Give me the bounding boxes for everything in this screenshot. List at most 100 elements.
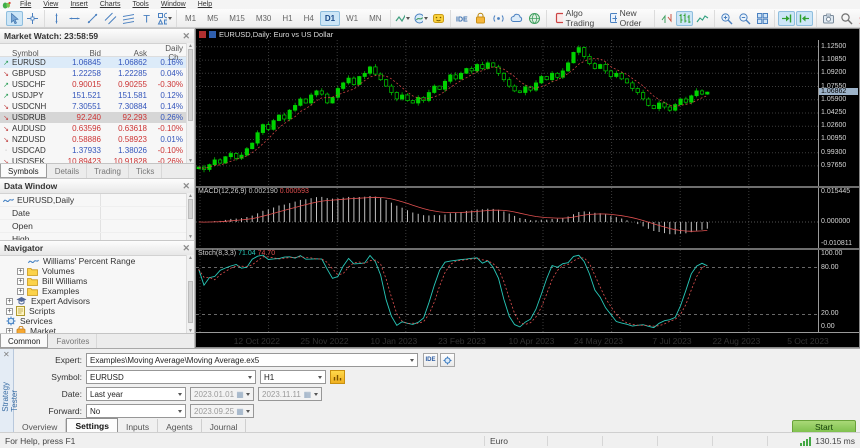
auto-scroll-icon[interactable] (778, 11, 795, 26)
shapes-icon[interactable] (156, 11, 173, 26)
ide-icon[interactable]: IDE (454, 11, 471, 26)
menu-window[interactable]: Window (155, 1, 192, 8)
close-icon[interactable]: ✕ (182, 244, 190, 253)
data-window-scrollbar[interactable]: ▲▼ (186, 193, 194, 240)
time-axis[interactable]: 12 Oct 202225 Nov 202210 Jan 202323 Feb … (196, 332, 859, 347)
date-from-field[interactable]: 2023.01.01▦ (190, 387, 254, 401)
col-ask[interactable]: Ask (104, 49, 150, 58)
tab-favorites[interactable]: Favorites (49, 334, 97, 348)
market-watch-row[interactable]: ↘USDCNH7.305517.308840.14% (0, 101, 186, 112)
channel-icon[interactable] (102, 11, 119, 26)
market-watch-row[interactable]: ↗EURUSD1.068451.068620.16% (0, 57, 186, 68)
market-watch-row[interactable]: ↘NZDUSD0.588860.589230.01% (0, 134, 186, 145)
menu-insert[interactable]: Insert (64, 1, 94, 8)
connection-status[interactable]: 130.15 ms (768, 433, 860, 448)
close-icon[interactable]: ✕ (182, 182, 190, 191)
timeframe-h4-button[interactable]: H4 (299, 11, 319, 26)
chart-shift-icon[interactable] (796, 11, 813, 26)
tab-common[interactable]: Common (0, 334, 48, 348)
stochastic-pane[interactable]: Stoch(8,3,3) 71.04 74.70 100.0080.0020.0… (196, 250, 859, 332)
search-icon[interactable] (838, 11, 855, 26)
timeframe-h1-button[interactable]: H1 (277, 11, 297, 26)
close-icon[interactable]: ✕ (182, 32, 190, 41)
timeframe-m30-button[interactable]: M30 (251, 11, 277, 26)
expand-icon[interactable]: + (6, 308, 13, 315)
timeframe-m1-button[interactable]: M1 (180, 11, 201, 26)
tile-windows-icon[interactable] (754, 11, 771, 26)
period-select[interactable]: H1 (260, 370, 326, 384)
close-icon[interactable]: ✕ (3, 350, 10, 359)
bar-chart-icon[interactable] (676, 11, 693, 26)
ide-button[interactable]: IDE (423, 353, 438, 367)
date-preset-select[interactable]: Last year (86, 387, 186, 401)
navigator-item-bill-williams[interactable]: +Bill Williams (0, 276, 194, 286)
market-watch-row[interactable]: ↘USDRUB92.24092.2930.26% (0, 112, 186, 123)
menu-view[interactable]: View (37, 1, 64, 8)
equidistant-channel-icon[interactable] (120, 11, 137, 26)
expand-icon[interactable]: + (17, 288, 24, 295)
navigator-scrollbar[interactable]: ▲▼ (186, 255, 194, 334)
macd-axis[interactable]: 0.0154450.000000-0.010811 (818, 188, 859, 248)
tab-trading[interactable]: Trading (87, 164, 129, 178)
market-watch-row[interactable]: ·USDCAD1.379331.38026-0.10% (0, 145, 186, 156)
navigator-item-williams-percent-range[interactable]: Williams' Percent Range (0, 256, 194, 266)
symbol-select[interactable]: EURUSD (86, 370, 256, 384)
navigator-item-examples[interactable]: +Examples (0, 286, 194, 296)
tester-tab-journal[interactable]: Journal (202, 419, 247, 433)
expert-settings-button[interactable] (440, 353, 455, 367)
navigator-item-services[interactable]: Services (0, 316, 194, 326)
screenshot-icon[interactable] (820, 11, 837, 26)
zoom-in-icon[interactable] (718, 11, 735, 26)
navigator-item-volumes[interactable]: +Volumes (0, 266, 194, 276)
market-watch-row[interactable]: ↗USDJPY151.521151.5810.12% (0, 90, 186, 101)
navigator-item-scripts[interactable]: +Scripts (0, 306, 194, 316)
timeframe-mn-button[interactable]: MN (364, 11, 386, 26)
forward-select[interactable]: No (86, 404, 186, 418)
menu-file[interactable]: File (14, 1, 37, 8)
signals-icon[interactable] (490, 11, 507, 26)
data-window-instrument[interactable]: EURUSD,Daily (0, 194, 194, 207)
col-symbol[interactable]: Symbol (12, 49, 58, 58)
expand-icon[interactable]: + (17, 268, 24, 275)
macd-pane[interactable]: MACD(12,26,9) 0.002190 0.000593 0.015445… (196, 188, 859, 248)
new-order-button[interactable]: New Order (604, 11, 651, 26)
indicators-icon[interactable] (412, 11, 429, 26)
line-chart-icon[interactable] (694, 11, 711, 26)
tester-tab-settings[interactable]: Settings (66, 418, 118, 432)
navigator-item-expert-advisors[interactable]: +Expert Advisors (0, 296, 194, 306)
tick-chart-icon[interactable] (658, 11, 675, 26)
zoom-out-icon[interactable] (736, 11, 753, 26)
text-tool-icon[interactable]: T (138, 11, 155, 26)
market-icon[interactable] (472, 11, 489, 26)
tab-ticks[interactable]: Ticks (129, 164, 162, 178)
market-watch-row[interactable]: ↘GBPUSD1.222581.222850.04% (0, 68, 186, 79)
expand-icon[interactable]: + (17, 278, 24, 285)
tester-tab-overview[interactable]: Overview (14, 419, 66, 433)
expand-icon[interactable]: + (6, 298, 13, 305)
menu-tools[interactable]: Tools (126, 1, 154, 8)
timeframe-d1-button[interactable]: D1 (320, 11, 340, 26)
open-chart-button[interactable] (330, 370, 345, 384)
tab-symbols[interactable]: Symbols (0, 164, 47, 178)
timeframe-m5-button[interactable]: M5 (202, 11, 223, 26)
forward-date-field[interactable]: 2023.09.25▦ (190, 404, 254, 418)
market-watch-scrollbar[interactable]: ▲▼ (186, 43, 194, 164)
crosshair-icon[interactable] (24, 11, 41, 26)
market-watch-row[interactable]: ↘AUDUSD0.635960.63618-0.10% (0, 123, 186, 134)
stochastic-axis[interactable]: 100.0080.0020.000.00 (818, 250, 859, 332)
tester-tab-inputs[interactable]: Inputs (118, 419, 158, 433)
date-to-field[interactable]: 2023.11.11▦ (258, 387, 322, 401)
market-watch-row[interactable]: ↗USDCHF0.900150.90255-0.30% (0, 79, 186, 90)
trendline-icon[interactable] (84, 11, 101, 26)
chart-type-icon[interactable] (394, 11, 411, 26)
timeframe-m15-button[interactable]: M15 (224, 11, 250, 26)
tester-tab-agents[interactable]: Agents (158, 419, 201, 433)
timeframe-w1-button[interactable]: W1 (341, 11, 363, 26)
tab-details[interactable]: Details (48, 164, 87, 178)
objects-icon[interactable] (430, 11, 447, 26)
menu-help[interactable]: Help (192, 1, 218, 8)
community-icon[interactable] (526, 11, 543, 26)
notifications-icon[interactable] (856, 11, 860, 26)
expert-select[interactable]: Examples\Moving Average\Moving Average.e… (86, 353, 418, 367)
vertical-line-icon[interactable] (48, 11, 65, 26)
